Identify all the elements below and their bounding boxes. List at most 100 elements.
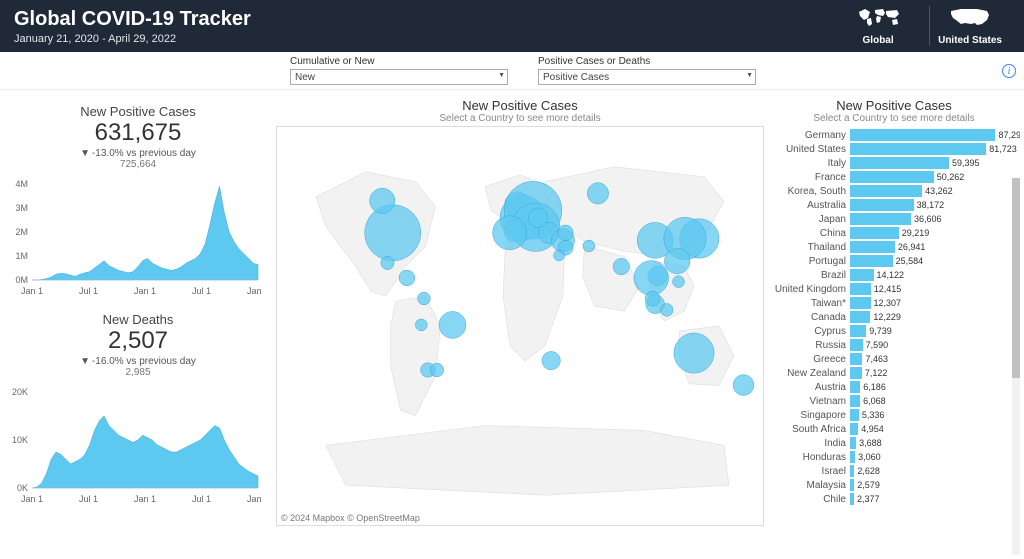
- map-bubble[interactable]: [634, 261, 669, 296]
- country-bar-row[interactable]: France 50,262: [768, 170, 1020, 184]
- country-bar-row[interactable]: Japan 36,606: [768, 212, 1020, 226]
- country-bar-row[interactable]: China 29,219: [768, 226, 1020, 240]
- spark-deaths-chart[interactable]: 0K10K20KJan 1Jul 1Jan 1Jul 1Jan 1: [4, 386, 264, 506]
- country-bar-row[interactable]: Portugal 25,584: [768, 254, 1020, 268]
- country-bar-row[interactable]: Cyprus 9,739: [768, 324, 1020, 338]
- bar-value: 50,262: [937, 171, 965, 183]
- bar-track: 7,590: [850, 339, 1020, 351]
- country-name: New Zealand: [768, 368, 850, 379]
- map-bubble[interactable]: [365, 205, 421, 261]
- bar-track: 59,395: [850, 157, 1020, 169]
- filter-label: Positive Cases or Deaths: [538, 56, 756, 67]
- spark-cases-chart[interactable]: 0M1M2M3M4MJan 1Jul 1Jan 1Jul 1Jan 1: [4, 178, 264, 298]
- map-bubble[interactable]: [660, 304, 673, 317]
- map-bubble[interactable]: [664, 248, 689, 273]
- bar-value: 12,415: [874, 283, 902, 295]
- country-bar-row[interactable]: South Africa 4,954: [768, 422, 1020, 436]
- bar-value: 2,628: [857, 465, 880, 477]
- country-bar-row[interactable]: Vietnam 6,068: [768, 394, 1020, 408]
- country-bar-row[interactable]: Israel 2,628: [768, 464, 1020, 478]
- country-name: Italy: [768, 158, 850, 169]
- kpi-cases-prev: 725,664: [4, 159, 272, 170]
- map-bubble[interactable]: [418, 292, 431, 305]
- bar-value: 7,463: [865, 353, 888, 365]
- scrollbar[interactable]: [1012, 178, 1020, 555]
- country-name: Australia: [768, 200, 850, 211]
- bar-track: 43,262: [850, 185, 1020, 197]
- bar-track: 2,377: [850, 493, 1020, 505]
- nav-global[interactable]: Global: [847, 6, 909, 46]
- bar-track: 38,172: [850, 199, 1020, 211]
- info-icon[interactable]: i: [1002, 64, 1016, 78]
- country-bar-row[interactable]: Malaysia 2,579: [768, 478, 1020, 492]
- bar-track: 6,068: [850, 395, 1020, 407]
- country-bar-row[interactable]: New Zealand 7,122: [768, 366, 1020, 380]
- bar-fill: [850, 227, 899, 239]
- country-name: Vietnam: [768, 396, 850, 407]
- nav-us-label: United States: [938, 35, 1002, 46]
- bar-fill: [850, 283, 871, 295]
- map-bubble[interactable]: [399, 270, 415, 286]
- map-bubble[interactable]: [587, 183, 608, 204]
- country-bar-row[interactable]: Australia 38,172: [768, 198, 1020, 212]
- select-cumulative-or-new[interactable]: New: [290, 69, 508, 85]
- country-bar-row[interactable]: Korea, South 43,262: [768, 184, 1020, 198]
- country-bar-row[interactable]: Canada 12,229: [768, 310, 1020, 324]
- map-bubble[interactable]: [613, 258, 630, 275]
- bar-track: 9,739: [850, 325, 1020, 337]
- bar-track: 12,415: [850, 283, 1020, 295]
- country-name: Greece: [768, 354, 850, 365]
- bar-title: New Positive Cases: [768, 98, 1020, 113]
- map-bubble[interactable]: [381, 256, 394, 269]
- map-bubble[interactable]: [673, 276, 685, 288]
- map-bubble[interactable]: [493, 216, 527, 250]
- map-bubble[interactable]: [674, 333, 714, 373]
- map-bubble[interactable]: [542, 351, 560, 369]
- map-bubble[interactable]: [430, 363, 444, 377]
- map-bubble[interactable]: [370, 188, 395, 213]
- bar-value: 3,688: [859, 437, 882, 449]
- map-bubble[interactable]: [558, 225, 574, 241]
- country-name: Israel: [768, 466, 850, 477]
- country-bar-row[interactable]: Honduras 3,060: [768, 450, 1020, 464]
- country-name: Korea, South: [768, 186, 850, 197]
- country-name: Malaysia: [768, 480, 850, 491]
- main-content: New Positive Cases 631,675 ▼-13.0% vs pr…: [0, 90, 1024, 559]
- map-bubble[interactable]: [554, 250, 565, 261]
- map-bubble[interactable]: [528, 208, 548, 228]
- country-bar-row[interactable]: United States 81,723: [768, 142, 1020, 156]
- map-bubble[interactable]: [645, 291, 660, 306]
- country-bar-row[interactable]: Russia 7,590: [768, 338, 1020, 352]
- country-bar-row[interactable]: Taiwan* 12,307: [768, 296, 1020, 310]
- country-bar-row[interactable]: United Kingdom 12,415: [768, 282, 1020, 296]
- scrollbar-thumb[interactable]: [1012, 178, 1020, 378]
- world-map[interactable]: © 2024 Mapbox © OpenStreetMap: [276, 126, 764, 526]
- map-bubble[interactable]: [439, 311, 466, 338]
- country-bar-row[interactable]: India 3,688: [768, 436, 1020, 450]
- bar-fill: [850, 465, 854, 477]
- nav-us[interactable]: United States: [929, 6, 1010, 46]
- map-bubble[interactable]: [583, 240, 595, 252]
- country-bar-list[interactable]: Germany 87,298 United States 81,723 Ital…: [768, 128, 1020, 528]
- kpi-deaths: New Deaths 2,507 ▼-16.0% vs previous day…: [4, 312, 272, 378]
- country-bar-row[interactable]: Brazil 14,122: [768, 268, 1020, 282]
- country-bar-row[interactable]: Thailand 26,941: [768, 240, 1020, 254]
- country-bar-row[interactable]: Italy 59,395: [768, 156, 1020, 170]
- bar-value: 7,122: [865, 367, 888, 379]
- country-name: United States: [768, 144, 850, 155]
- country-name: Honduras: [768, 452, 850, 463]
- country-bar-row[interactable]: Austria 6,186: [768, 380, 1020, 394]
- country-name: Singapore: [768, 410, 850, 421]
- country-bar-row[interactable]: Greece 7,463: [768, 352, 1020, 366]
- country-bar-row[interactable]: Germany 87,298: [768, 128, 1020, 142]
- select-cases-or-deaths[interactable]: Positive Cases: [538, 69, 756, 85]
- country-name: Cyprus: [768, 326, 850, 337]
- bar-fill: [850, 297, 871, 309]
- page-title: Global COVID-19 Tracker: [14, 8, 251, 31]
- map-bubble[interactable]: [733, 375, 754, 396]
- map-bubble[interactable]: [415, 319, 427, 331]
- svg-text:20K: 20K: [12, 387, 28, 397]
- country-bar-row[interactable]: Singapore 5,336: [768, 408, 1020, 422]
- country-name: Taiwan*: [768, 298, 850, 309]
- country-bar-row[interactable]: Chile 2,377: [768, 492, 1020, 506]
